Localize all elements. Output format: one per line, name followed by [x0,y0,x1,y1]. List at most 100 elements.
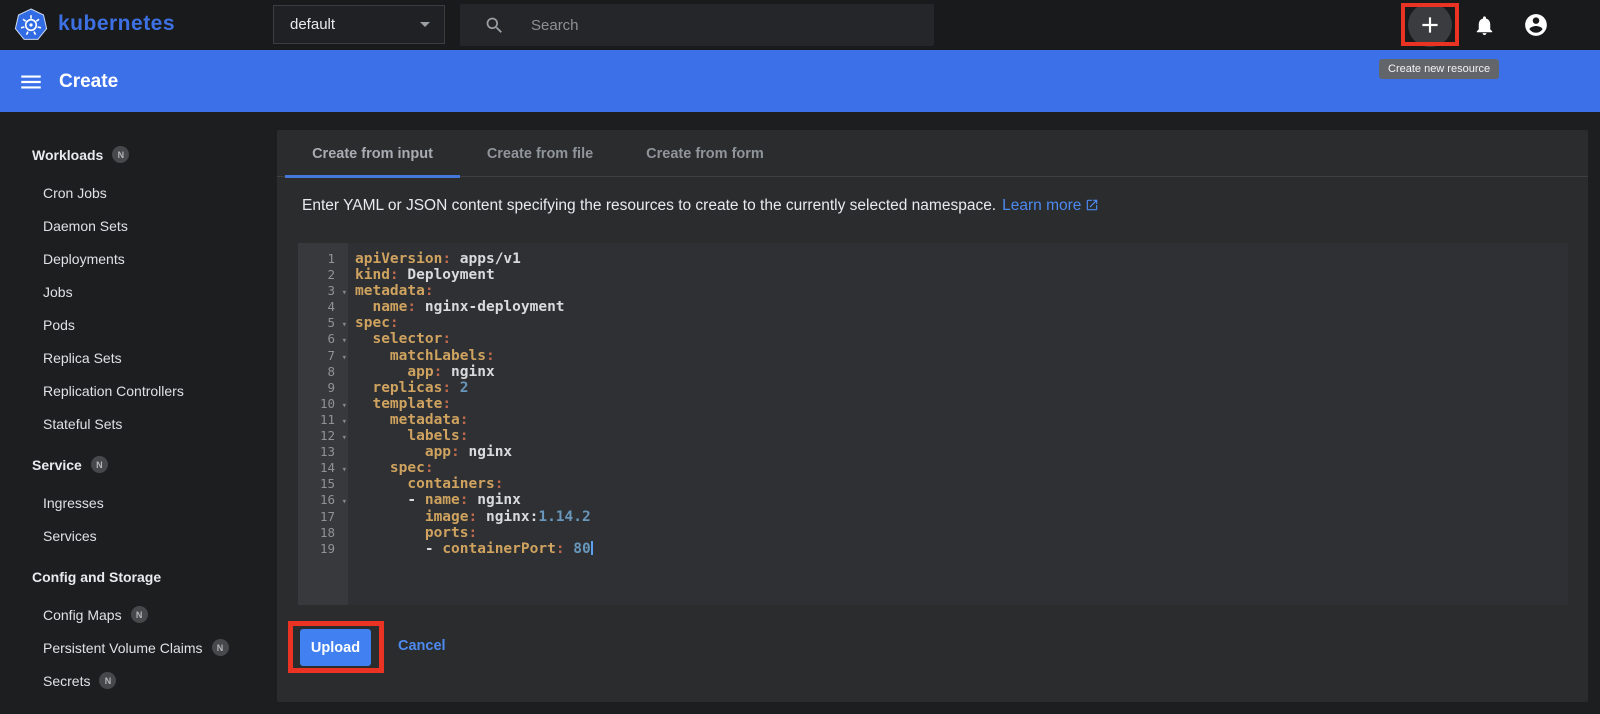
code-line-4[interactable]: 4 name: nginx-deployment [298,299,1568,315]
learn-more-link[interactable]: Learn more [1002,197,1081,214]
code-token: : [555,540,565,557]
sidebar-item-stateful-sets[interactable]: Stateful Sets [0,407,277,440]
sidebar-item-label: Deployments [43,250,125,267]
code-content: spec: [348,460,434,476]
code-token: template [372,395,443,412]
line-number: 17 [319,508,335,524]
code-line-12[interactable]: 12 ▾ labels: [298,428,1568,444]
cancel-button[interactable]: Cancel [398,638,446,654]
sidebar-item-label: Config Maps [43,606,122,623]
kubernetes-logo-icon[interactable] [14,8,48,42]
search-input[interactable] [531,16,871,34]
code-token: ports [424,524,469,541]
code-line-14[interactable]: 14 ▾ spec: [298,460,1568,476]
code-line-15[interactable]: 15 containers: [298,476,1568,492]
sidebar-item-ingresses[interactable]: Ingresses [0,486,277,519]
chevron-down-icon [420,22,430,27]
code-line-5[interactable]: 5 ▾ spec: [298,315,1568,331]
sidebar-item-replica-sets[interactable]: Replica Sets [0,341,277,374]
code-line-1[interactable]: 1 apiVersion: apps/v1 [298,251,1568,267]
code-token: spec [389,460,425,477]
external-link-icon [1085,198,1099,217]
code-line-2[interactable]: 2 kind: Deployment [298,267,1568,283]
namespaced-badge: N [99,672,117,689]
code-content: metadata: [348,283,434,299]
code-content: selector: [348,331,451,347]
code-token: - [355,492,425,509]
code-token: : [442,251,452,267]
sidebar-item-persistent-volume-claims[interactable]: Persistent Volume Claims N [0,631,277,664]
tab-create-from-form[interactable]: Create from form [620,130,790,177]
code-token: : [468,524,478,541]
code-content: name: nginx-deployment [348,299,564,315]
sidebar-item-label: Cron Jobs [43,184,107,201]
sidebar-section-workloads[interactable]: Workloads N [0,138,277,171]
tab-create-from-input[interactable]: Create from input [285,130,460,178]
code-token: Deployment [398,267,495,284]
line-number: 8 [327,363,335,379]
line-number: 5 ▾ [298,315,348,331]
code-line-7[interactable]: 7 ▾ matchLabels: [298,348,1568,364]
sidebar-item-pods[interactable]: Pods [0,308,277,341]
code-line-8[interactable]: 8 app: nginx [298,364,1568,380]
sidebar-item-deployments[interactable]: Deployments [0,242,277,275]
upload-button[interactable]: Upload [300,629,371,666]
namespace-selector[interactable]: default [273,5,445,44]
namespaced-badge: N [130,606,148,623]
code-token: : [389,267,399,284]
code-content: ports: [348,525,477,541]
code-token: : [442,395,452,412]
sidebar-item-daemon-sets[interactable]: Daemon Sets [0,209,277,242]
code-line-16[interactable]: 16 ▾ - name: nginx [298,492,1568,508]
code-token: : [459,492,469,509]
sidebar-item-config-maps[interactable]: Config Maps N [0,598,277,631]
code-token: : [442,331,452,348]
code-token: containers [407,476,495,493]
code-line-17[interactable]: 17 image: nginx:1.14.2 [298,509,1568,525]
code-content: app: nginx [348,364,494,380]
code-token: spec [355,315,390,332]
code-line-11[interactable]: 11 ▾ metadata: [298,412,1568,428]
sidebar-item-jobs[interactable]: Jobs [0,275,277,308]
plus-icon [1422,17,1438,33]
menu-icon[interactable] [18,69,44,93]
namespaced-badge: N [211,639,229,656]
code-line-9[interactable]: 9 replicas: 2 [298,380,1568,396]
yaml-code-editor[interactable]: 1 apiVersion: apps/v1 2 kind: Deployment 3 ▾ m… [298,243,1568,605]
code-line-19[interactable]: 19 - containerPort: 80 [298,540,1568,557]
search-bar[interactable] [460,4,934,46]
create-new-resource-button[interactable] [1408,3,1452,47]
sidebar-item-replication-controllers[interactable]: Replication Controllers [0,374,277,407]
sidebar-section-config-and-storage[interactable]: Config and Storage [0,560,277,593]
code-content: apiVersion: apps/v1 [348,251,521,267]
code-token: name [424,492,460,509]
code-line-13[interactable]: 13 app: nginx [298,444,1568,460]
code-token: apps/v1 [451,251,521,267]
code-line-18[interactable]: 18 ports: [298,525,1568,541]
code-token: : [451,444,460,461]
text-cursor [590,540,593,555]
line-number: 3 ▾ [298,283,348,299]
code-token: 1.14.2 [538,508,591,525]
sidebar-item-cron-jobs[interactable]: Cron Jobs [0,176,277,209]
sidebar-item-label: Pods [43,316,75,333]
code-line-3[interactable]: 3 ▾ metadata: [298,283,1568,299]
sidebar-section-service[interactable]: Service N [0,448,277,481]
code-token: replicas [372,379,443,396]
notifications-button[interactable] [1462,3,1506,47]
code-content: replicas: 2 [348,379,468,396]
code-line-10[interactable]: 10 ▾ template: [298,396,1568,412]
tab-label: Create from form [646,145,764,162]
sidebar-item-label: Services [43,527,97,544]
tab-label: Create from file [486,145,594,162]
account-button[interactable] [1514,3,1558,47]
sidebar-item-secrets[interactable]: Secrets N [0,664,277,697]
sidebar-item-services[interactable]: Services [0,519,277,552]
tab-create-from-file[interactable]: Create from file [460,130,620,177]
code-token: : [485,347,495,364]
account-icon [1525,14,1547,36]
code-line-6[interactable]: 6 ▾ selector: [298,331,1568,347]
code-content: containers: [348,476,503,492]
